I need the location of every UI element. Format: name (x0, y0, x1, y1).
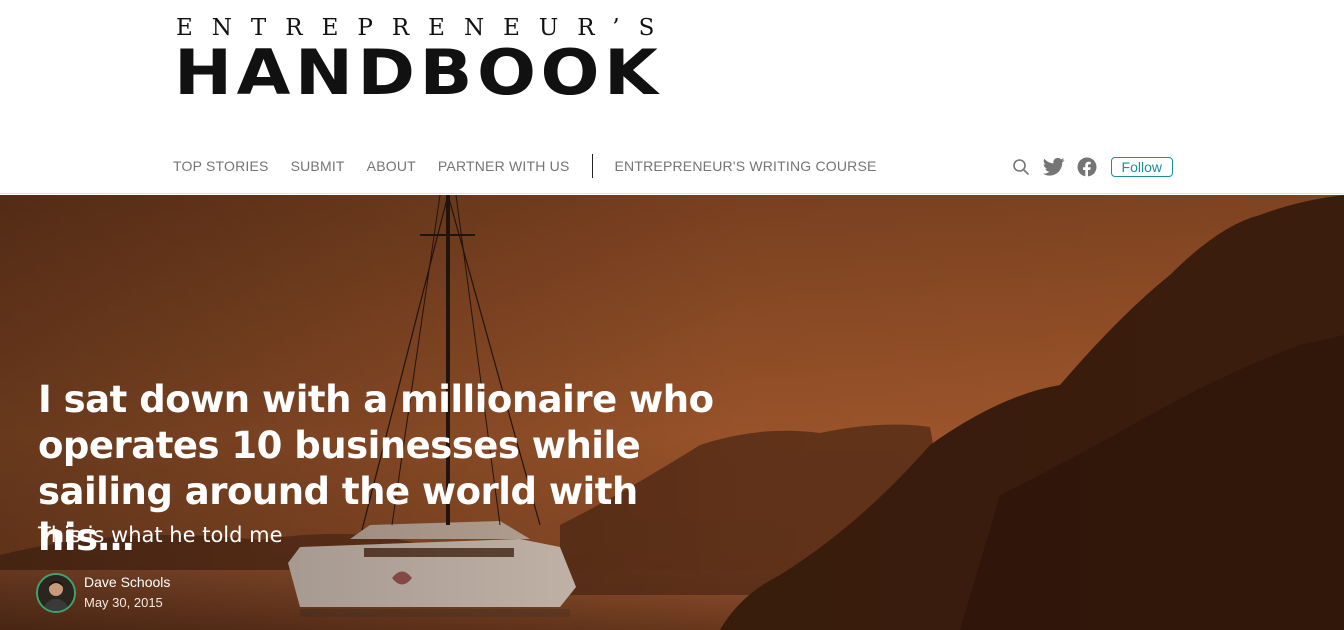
publication-header: ENTREPRENEUR’S HANDBOOK TOP STORIES SUBM… (0, 0, 1344, 194)
nav-submit[interactable]: SUBMIT (291, 158, 345, 174)
nav-writing-course[interactable]: ENTREPRENEUR'S WRITING COURSE (615, 158, 877, 174)
author-block: Dave Schools May 30, 2015 (36, 572, 170, 614)
author-name[interactable]: Dave Schools (84, 572, 170, 592)
nav-top-stories[interactable]: TOP STORIES (173, 158, 269, 174)
publish-date: May 30, 2015 (84, 595, 163, 610)
author-meta: Dave Schools May 30, 2015 (84, 572, 170, 614)
nav-partner-with-us[interactable]: PARTNER WITH US (438, 158, 570, 174)
publication-logo[interactable]: ENTREPRENEUR’S HANDBOOK (174, 14, 658, 104)
header-actions: Follow (1009, 155, 1173, 179)
logo-main-text: HANDBOOK (174, 36, 663, 109)
follow-button[interactable]: Follow (1110, 157, 1173, 177)
facebook-icon[interactable] (1075, 155, 1099, 179)
publication-nav: TOP STORIES SUBMIT ABOUT PARTNER WITH US… (173, 151, 899, 181)
story-subtitle: This is what he told me (38, 523, 283, 547)
featured-story-hero[interactable]: I sat down with a millionaire who operat… (0, 195, 1344, 630)
nav-divider (591, 154, 593, 178)
nav-about[interactable]: ABOUT (367, 158, 416, 174)
avatar[interactable] (36, 573, 76, 613)
twitter-icon[interactable] (1042, 155, 1066, 179)
search-icon[interactable] (1009, 155, 1033, 179)
